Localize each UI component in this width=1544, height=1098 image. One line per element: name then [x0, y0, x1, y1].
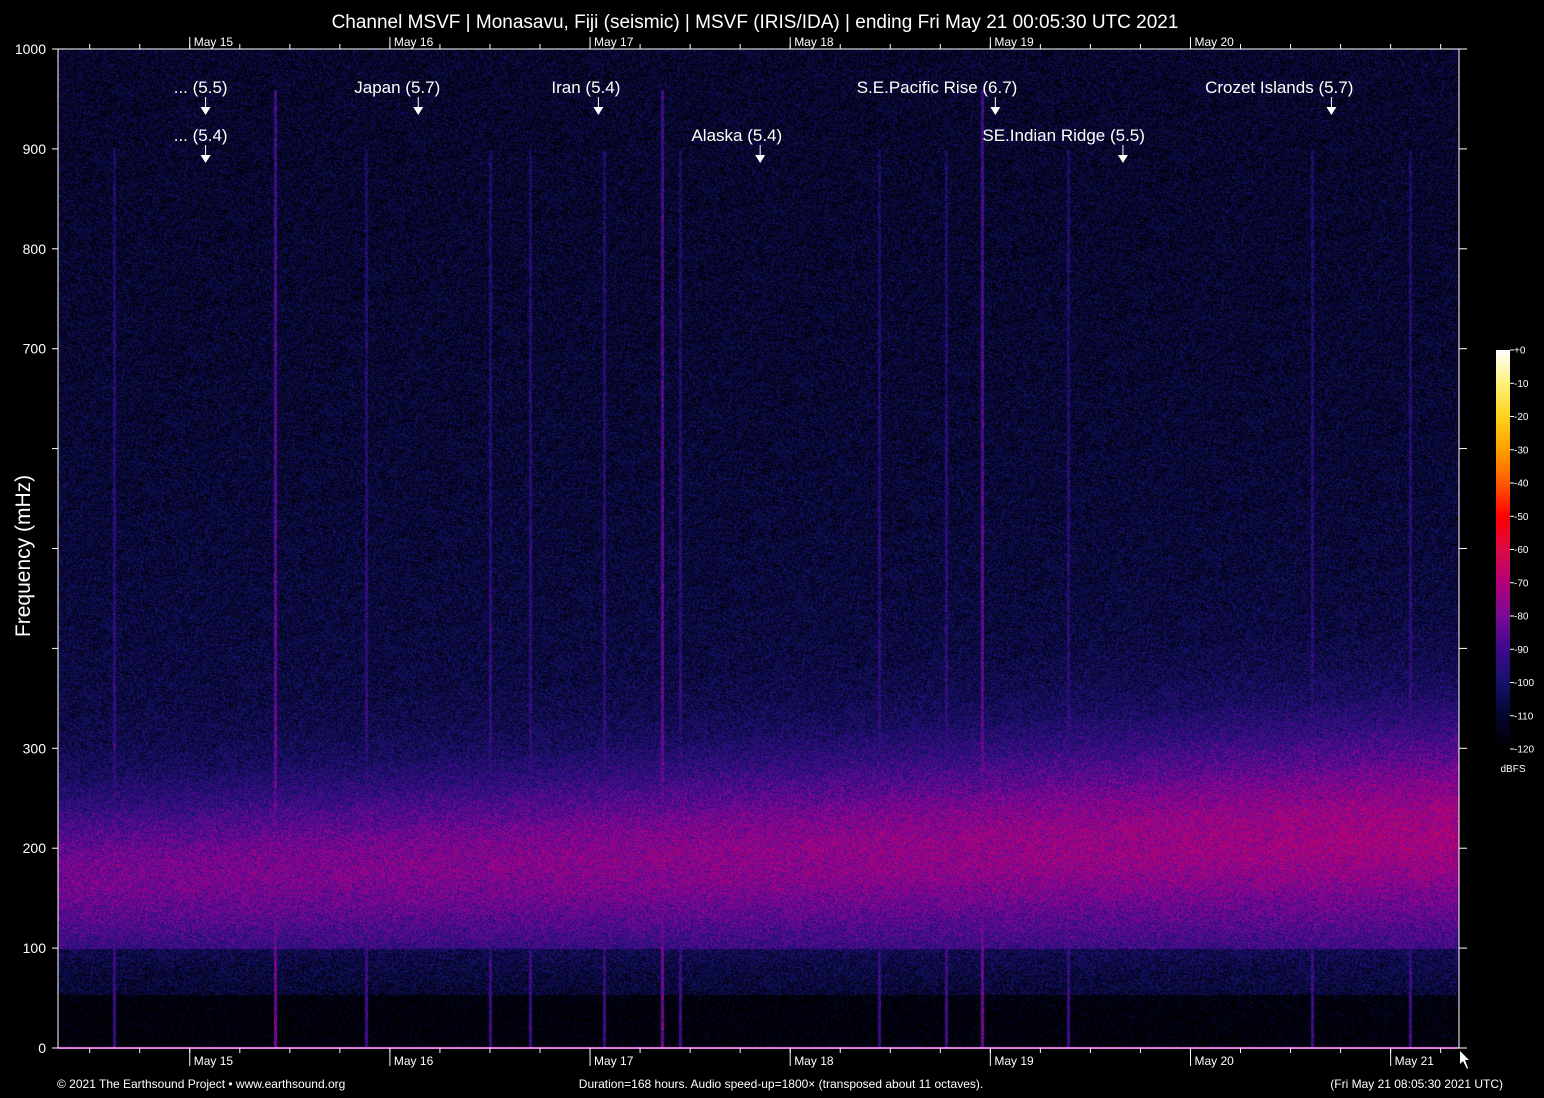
event-label: Iran (5.4) [551, 78, 620, 97]
y-tick-label: 900 [23, 141, 47, 157]
event-marker: SE.Indian Ridge (5.5) [982, 126, 1145, 163]
event-marker: ... (5.5) [174, 78, 228, 115]
y-tick-label: 200 [23, 840, 47, 856]
event-annotations: ... (5.5) ... (5.4) Japan (5.7) Iran (5.4) A… [174, 78, 1353, 163]
y-tick-label: 0 [38, 1040, 46, 1056]
down-arrow-icon [1326, 107, 1337, 115]
down-arrow-icon [593, 107, 604, 115]
y-tick-label: 800 [23, 241, 47, 257]
event-marker: S.E.Pacific Rise (6.7) [857, 78, 1018, 115]
down-arrow-icon [990, 107, 1001, 115]
event-marker: ... (5.4) [174, 126, 228, 163]
x-day-label: May 20 [1194, 1054, 1234, 1068]
event-marker: Japan (5.7) [354, 78, 440, 115]
y-tick-label: 300 [23, 740, 47, 756]
chart-overlay: Channel MSVF | Monasavu, Fiji (seismic) … [12, 12, 1534, 1091]
x-day-label-top: May 20 [1194, 35, 1234, 49]
footer-info: Duration=168 hours. Audio speed-up=1800×… [579, 1077, 983, 1091]
x-day-label: May 15 [194, 1054, 234, 1068]
footer-timestamp: (Fri May 21 08:05:30 2021 UTC) [1330, 1077, 1503, 1091]
colorbar-tick-label: -120 [1514, 745, 1534, 756]
event-label: Crozet Islands (5.7) [1205, 78, 1353, 97]
x-day-label-top: May 18 [794, 35, 834, 49]
x-day-label-top: May 15 [194, 35, 234, 49]
colorbar-tick-label: -30 [1514, 445, 1529, 456]
x-day-label: May 18 [794, 1054, 834, 1068]
x-day-label: May 19 [994, 1054, 1034, 1068]
colorbar-label: dBFS [1500, 764, 1525, 775]
colorbar-tick-label: -110 [1514, 711, 1534, 722]
x-day-label-top: May 16 [394, 35, 434, 49]
colorbar-tick-label: -10 [1514, 379, 1529, 390]
colorbar-tick-label: -90 [1514, 645, 1529, 656]
x-day-label: May 16 [394, 1054, 434, 1068]
event-label: Alaska (5.4) [691, 126, 782, 145]
x-day-label: May 17 [594, 1054, 634, 1068]
colorbar-tick-label: +0 [1514, 346, 1526, 357]
down-arrow-icon [200, 107, 211, 115]
x-day-label-top: May 17 [594, 35, 634, 49]
x-day-label: May 21 [1395, 1054, 1435, 1068]
colorbar-ticks: +0 -10 -20 -30 -40 -50 -60 -70 -80 -90 -100 -110 -12… [1510, 346, 1534, 756]
colorbar-tick-label: -80 [1514, 612, 1529, 623]
y-tick-label: 100 [23, 940, 47, 956]
colorbar-tick-label: -60 [1514, 545, 1529, 556]
colorbar-tick-label: -70 [1514, 578, 1529, 589]
down-arrow-icon [200, 155, 211, 163]
event-marker: Crozet Islands (5.7) [1205, 78, 1353, 115]
colorbar-tick-label: -40 [1514, 479, 1529, 490]
event-label: ... (5.5) [174, 78, 228, 97]
event-label: SE.Indian Ridge (5.5) [982, 126, 1145, 145]
event-label: Japan (5.7) [354, 78, 440, 97]
down-arrow-icon [413, 107, 424, 115]
chart-title: Channel MSVF | Monasavu, Fiji (seismic) … [332, 12, 1179, 33]
event-label: S.E.Pacific Rise (6.7) [857, 78, 1018, 97]
footer-copyright: © 2021 The Earthsound Project • www.eart… [57, 1077, 345, 1091]
y-tick-label: 1000 [15, 41, 46, 57]
event-marker: Alaska (5.4) [691, 126, 782, 163]
down-arrow-icon [755, 155, 766, 163]
y-axis-label: Frequency (mHz) [12, 475, 35, 637]
colorbar-tick-label: -50 [1514, 512, 1529, 523]
y-tick-label: 700 [23, 341, 47, 357]
colorbar-tick-label: -20 [1514, 412, 1529, 423]
event-label: ... (5.4) [174, 126, 228, 145]
x-day-label-top: May 19 [994, 35, 1034, 49]
cursor-icon [1460, 1051, 1469, 1069]
event-marker: Iran (5.4) [551, 78, 620, 115]
down-arrow-icon [1117, 155, 1128, 163]
colorbar-tick-label: -100 [1514, 678, 1534, 689]
axes: 0 100 200 300 700 800 900 1000 May 15 May 15 May 1… [15, 35, 1467, 1068]
